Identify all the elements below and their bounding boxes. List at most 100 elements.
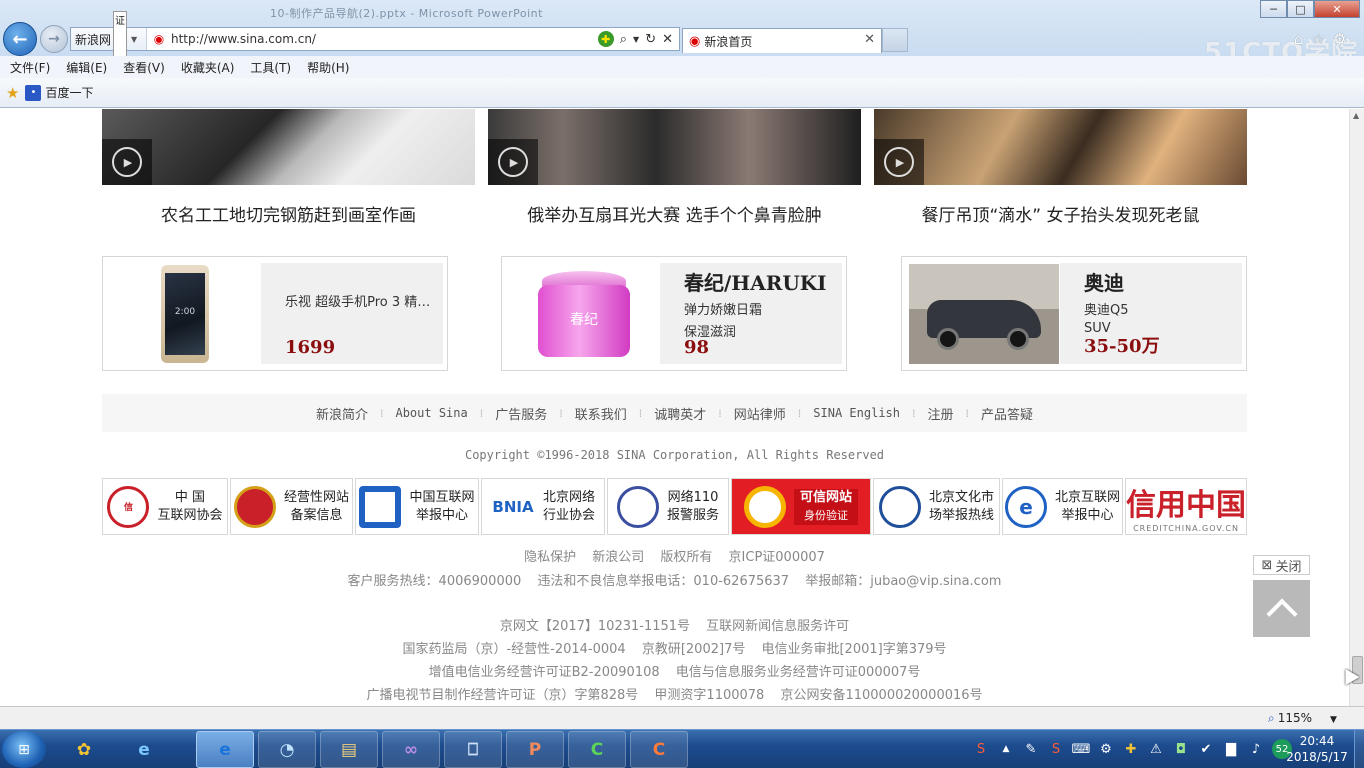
taskbar-app-network[interactable]: ⎕ (444, 731, 502, 768)
video-thumbnail[interactable]: ▶ (874, 109, 1247, 185)
new-tab-button[interactable] (882, 28, 908, 52)
taskbar-app-explorer[interactable]: ▤ (320, 731, 378, 768)
footer-link[interactable]: 广告服务 (495, 404, 547, 423)
volume-icon[interactable]: ♪ (1247, 740, 1265, 758)
close-window-button[interactable]: ✕ (1314, 0, 1360, 18)
footer-link[interactable]: 网站律师 (734, 404, 786, 423)
video-caption-link[interactable]: 农名工工地切完钢筋赶到画室作画 (102, 201, 475, 226)
home-icon[interactable]: ⌂ (1294, 30, 1304, 48)
search-icon[interactable]: ⌕ (620, 32, 627, 47)
check-icon[interactable]: ✔ (1197, 740, 1215, 758)
footer-link[interactable]: 新浪简介 (316, 404, 368, 423)
back-button[interactable]: ← (3, 22, 37, 56)
gear-icon[interactable]: ⚙ (1333, 30, 1346, 48)
menu-view[interactable]: 查看(V) (123, 59, 165, 76)
keyboard-icon[interactable]: ⌨ (1072, 740, 1091, 758)
sogou-input-icon[interactable]: S (972, 740, 990, 758)
site-identity[interactable]: 新浪网 证 ▼ (71, 10, 147, 68)
ad-image[interactable]: 春纪 (508, 263, 660, 364)
badge-beijing-report[interactable]: e 北京互联网 举报中心 (1002, 478, 1123, 535)
legal-link[interactable]: 广播电视节目制作经营许可证（京）字第828号 (366, 688, 638, 703)
legal-link[interactable]: 京网文【2017】10231-1151号 (500, 619, 690, 634)
zoom-control[interactable]: ⌕ 115% ▼ (1268, 711, 1337, 726)
tab-sina-home[interactable]: ◉ 新浪首页 ✕ (682, 28, 882, 53)
menu-edit[interactable]: 编辑(E) (66, 59, 107, 76)
minimize-button[interactable]: ─ (1260, 0, 1287, 18)
shield-icon[interactable]: ◘ (1172, 740, 1190, 758)
close-tab-icon[interactable]: ✕ (864, 32, 875, 47)
badge-culture-market[interactable]: 北京文化市 场举报热线 (873, 478, 1000, 535)
menu-tools[interactable]: 工具(T) (250, 59, 291, 76)
settings-icon[interactable]: ⚙ (1097, 740, 1115, 758)
forward-button[interactable]: → (40, 25, 68, 53)
ad-card-cosmetics[interactable]: 春纪 春纪/HARUKI 弹力娇嫩日霜 保湿滋润 98 (501, 256, 847, 371)
compat-view-icon[interactable]: ✚ (597, 31, 614, 47)
menu-file[interactable]: 文件(F) (10, 59, 50, 76)
badge-credit-china[interactable]: 信用中国 CREDITCHINA.GOV.CN (1125, 478, 1247, 535)
legal-link[interactable]: 京教研[2002]7号 (642, 642, 746, 657)
taskbar-app-photos[interactable]: ✿ (55, 731, 113, 768)
taskbar-app-vs[interactable]: ∞ (382, 731, 440, 768)
footer-link[interactable]: 注册 (928, 404, 954, 423)
footer-link[interactable]: 联系我们 (575, 404, 627, 423)
menu-help[interactable]: 帮助(H) (307, 59, 349, 76)
badge-business-site[interactable]: 经营性网站 备案信息 (230, 478, 353, 535)
ad-brand[interactable]: 春纪/HARUKI (684, 267, 842, 296)
legal-link[interactable]: 版权所有 (660, 550, 712, 565)
show-desktop-button[interactable] (1354, 730, 1364, 768)
video-caption-link[interactable]: 餐厅吊顶“滴水” 女子抬头发现死老鼠 (874, 201, 1247, 226)
play-button[interactable]: ▶ (102, 139, 152, 185)
footer-link[interactable]: 产品答疑 (981, 404, 1033, 423)
footer-link[interactable]: SINA English (813, 406, 900, 420)
scroll-up-icon[interactable]: ▲ (1353, 111, 1359, 120)
pen-icon[interactable]: ✎ (1022, 740, 1040, 758)
favorite-baidu[interactable]: 百度一下 (45, 84, 93, 101)
menu-favorites[interactable]: 收藏夹(A) (181, 59, 235, 76)
favorites-star-icon[interactable]: ☆ (1312, 30, 1325, 48)
ad-card-phone[interactable]: 2:00 乐视 超级手机Pro 3 精… 1699 (102, 256, 448, 371)
video-thumbnail[interactable]: ▶ (488, 109, 861, 185)
video-caption-link[interactable]: 俄举办互扇耳光大赛 选手个个鼻青脸肿 (488, 201, 861, 226)
legal-link[interactable]: 电信业务审批[2001]字第379号 (761, 642, 946, 657)
badge-trusted-site[interactable]: 可信网站 身份验证 (731, 478, 871, 535)
play-button[interactable]: ▶ (488, 139, 538, 185)
ad-title[interactable]: 乐视 超级手机Pro 3 精… (285, 291, 443, 310)
chevron-down-icon[interactable]: ▼ (1330, 715, 1337, 725)
legal-link[interactable]: 甲测资字1100078 (654, 688, 764, 703)
maximize-button[interactable]: □ (1287, 0, 1314, 18)
play-button[interactable]: ▶ (874, 139, 924, 185)
badge-isc[interactable]: 信 中 国互联网协会 (102, 478, 228, 535)
chevron-down-icon[interactable]: ▼ (131, 35, 137, 44)
ad-image[interactable]: 2:00 (109, 263, 261, 364)
legal-link[interactable]: 新浪公司 (592, 550, 644, 565)
chevron-down-icon[interactable]: ▼ (633, 35, 639, 44)
close-ad-button[interactable]: ⊠ 关闭 (1253, 555, 1310, 575)
stop-icon[interactable]: ✕ (662, 32, 673, 47)
footer-link[interactable]: 诚聘英才 (654, 404, 706, 423)
legal-link[interactable]: 隐私保护 (524, 550, 576, 565)
badge-net110[interactable]: 网络110 报警服务 (607, 478, 729, 535)
alert-icon[interactable]: ⚠ (1147, 740, 1165, 758)
taskbar-app-browser[interactable]: ◔ (258, 731, 316, 768)
ad-brand[interactable]: 奥迪 (1084, 267, 1242, 296)
badge-bnia[interactable]: BNIA 北京网络 行业协会 (481, 478, 605, 535)
ad-card-car[interactable]: 奥迪 奥迪Q5 SUV 35-50万 (901, 256, 1247, 371)
favorites-star-icon[interactable]: ★ (6, 84, 19, 102)
legal-link[interactable]: 京公网安备110000020000016号 (780, 688, 982, 703)
tray-arrow-icon[interactable]: ▲ (997, 740, 1015, 758)
taskbar-app-ie[interactable]: e (115, 731, 173, 768)
refresh-icon[interactable]: ↻ (645, 32, 656, 47)
address-bar[interactable]: 新浪网 证 ▼ ◉ http://www.sina.com.cn/ ✚ ⌕ ▼ … (70, 10, 680, 68)
legal-link[interactable]: 国家药监局（京）-经营性-2014-0004 (402, 642, 625, 657)
legal-link[interactable]: 增值电信业务经营许可证B2-20090108 (429, 665, 660, 680)
vertical-scrollbar[interactable]: ▲ (1349, 109, 1364, 706)
legal-link[interactable]: 互联网新闻信息服务许可 (706, 619, 849, 634)
legal-link[interactable]: 京ICP证000007 (729, 550, 825, 565)
system-clock[interactable]: 20:44 2018/5/17 (1284, 733, 1350, 765)
legal-link[interactable]: 电信与信息服务业务经营许可证000007号 (676, 665, 921, 680)
ad-image[interactable] (908, 263, 1060, 364)
taskbar-app-ie-active[interactable]: e (196, 731, 254, 768)
plus-green-icon[interactable]: ✚ (1122, 740, 1140, 758)
video-thumbnail[interactable]: ▶ (102, 109, 475, 185)
taskbar-app-camtasia[interactable]: C (568, 731, 626, 768)
